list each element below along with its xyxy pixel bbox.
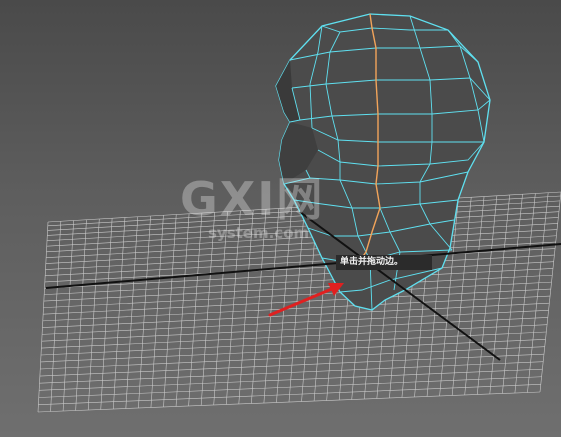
grid-line xyxy=(40,339,546,363)
grid-line xyxy=(225,210,241,405)
grid-line xyxy=(514,193,536,394)
grid-line xyxy=(539,191,561,393)
grid-line xyxy=(75,219,87,411)
grid-line xyxy=(125,216,139,409)
grid-line xyxy=(41,317,548,342)
grid-line xyxy=(42,295,551,322)
grid-line xyxy=(37,221,49,413)
grid-line xyxy=(100,218,113,410)
grid-line xyxy=(263,208,280,404)
grid-line xyxy=(113,217,126,410)
grid-line xyxy=(41,324,548,349)
maya-viewport[interactable]: GXI网 system.com 单击并拖动边。 xyxy=(0,0,561,437)
grid-line xyxy=(188,212,203,407)
grid-line xyxy=(50,221,62,412)
grid-line xyxy=(138,215,151,409)
grid-line xyxy=(45,235,557,264)
grid-line xyxy=(40,331,547,356)
grid-line xyxy=(46,217,559,247)
grid-line xyxy=(476,195,498,395)
grid-line xyxy=(163,214,177,408)
grid-line xyxy=(42,302,550,328)
grid-line xyxy=(150,215,164,408)
grid-line xyxy=(46,229,558,258)
grid-line xyxy=(175,213,190,407)
viewport-canvas[interactable] xyxy=(0,0,561,437)
grid-line xyxy=(200,212,216,406)
grid-line xyxy=(42,309,549,335)
grid-line xyxy=(527,192,549,393)
grid-line xyxy=(40,346,545,370)
grid-line xyxy=(502,194,523,394)
grid-line xyxy=(62,220,74,412)
grid-line xyxy=(43,274,553,302)
grid-line xyxy=(451,197,472,396)
grid-line xyxy=(37,391,541,413)
tooltip-hint: 单击并拖动边。 xyxy=(336,255,432,270)
grid-line xyxy=(87,218,100,411)
grid-line xyxy=(238,209,254,405)
grid-line xyxy=(464,196,485,396)
grid-line xyxy=(46,223,558,253)
grid-line xyxy=(276,207,292,403)
grid-line xyxy=(43,288,551,315)
grid-line xyxy=(489,194,510,395)
grid-line xyxy=(251,209,267,404)
grid-line xyxy=(44,254,555,283)
grid-line xyxy=(213,211,228,406)
grid-line xyxy=(45,248,556,277)
world-axes xyxy=(45,211,561,361)
